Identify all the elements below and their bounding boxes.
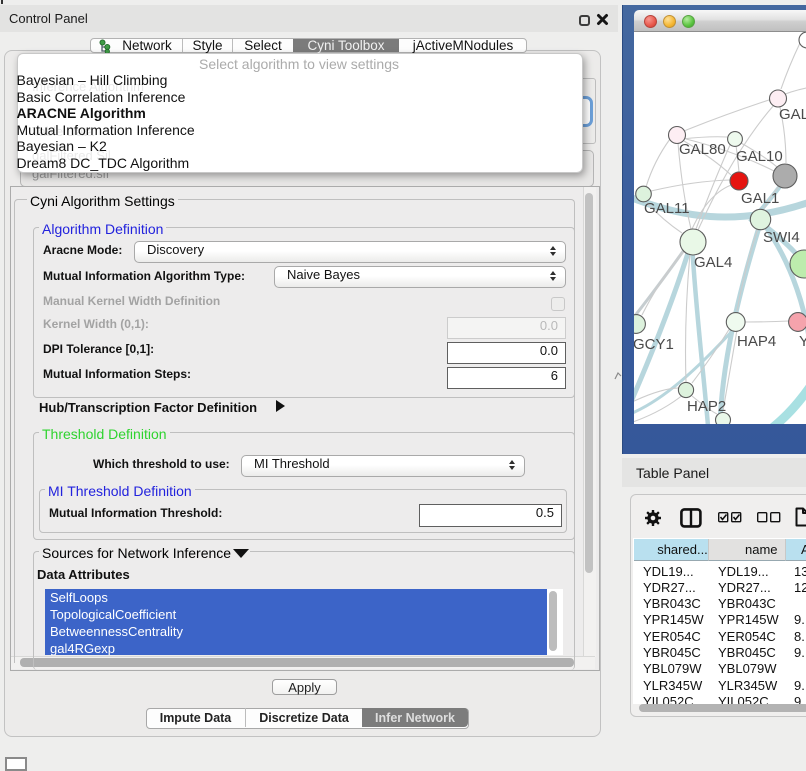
svg-text:HAP4: HAP4 xyxy=(737,333,776,350)
svg-text:Y: Y xyxy=(799,333,806,350)
svg-text:GAL11: GAL11 xyxy=(644,200,690,217)
svg-text:GAL: GAL xyxy=(779,106,806,123)
svg-text:SWI4: SWI4 xyxy=(763,229,800,246)
svg-text:GCY1: GCY1 xyxy=(634,336,674,353)
svg-text:HAP2: HAP2 xyxy=(687,398,726,415)
svg-text:GAL80: GAL80 xyxy=(679,141,726,158)
svg-text:GAL10: GAL10 xyxy=(736,148,783,165)
svg-text:GAL4: GAL4 xyxy=(694,254,732,271)
svg-text:GAL1: GAL1 xyxy=(741,190,779,207)
